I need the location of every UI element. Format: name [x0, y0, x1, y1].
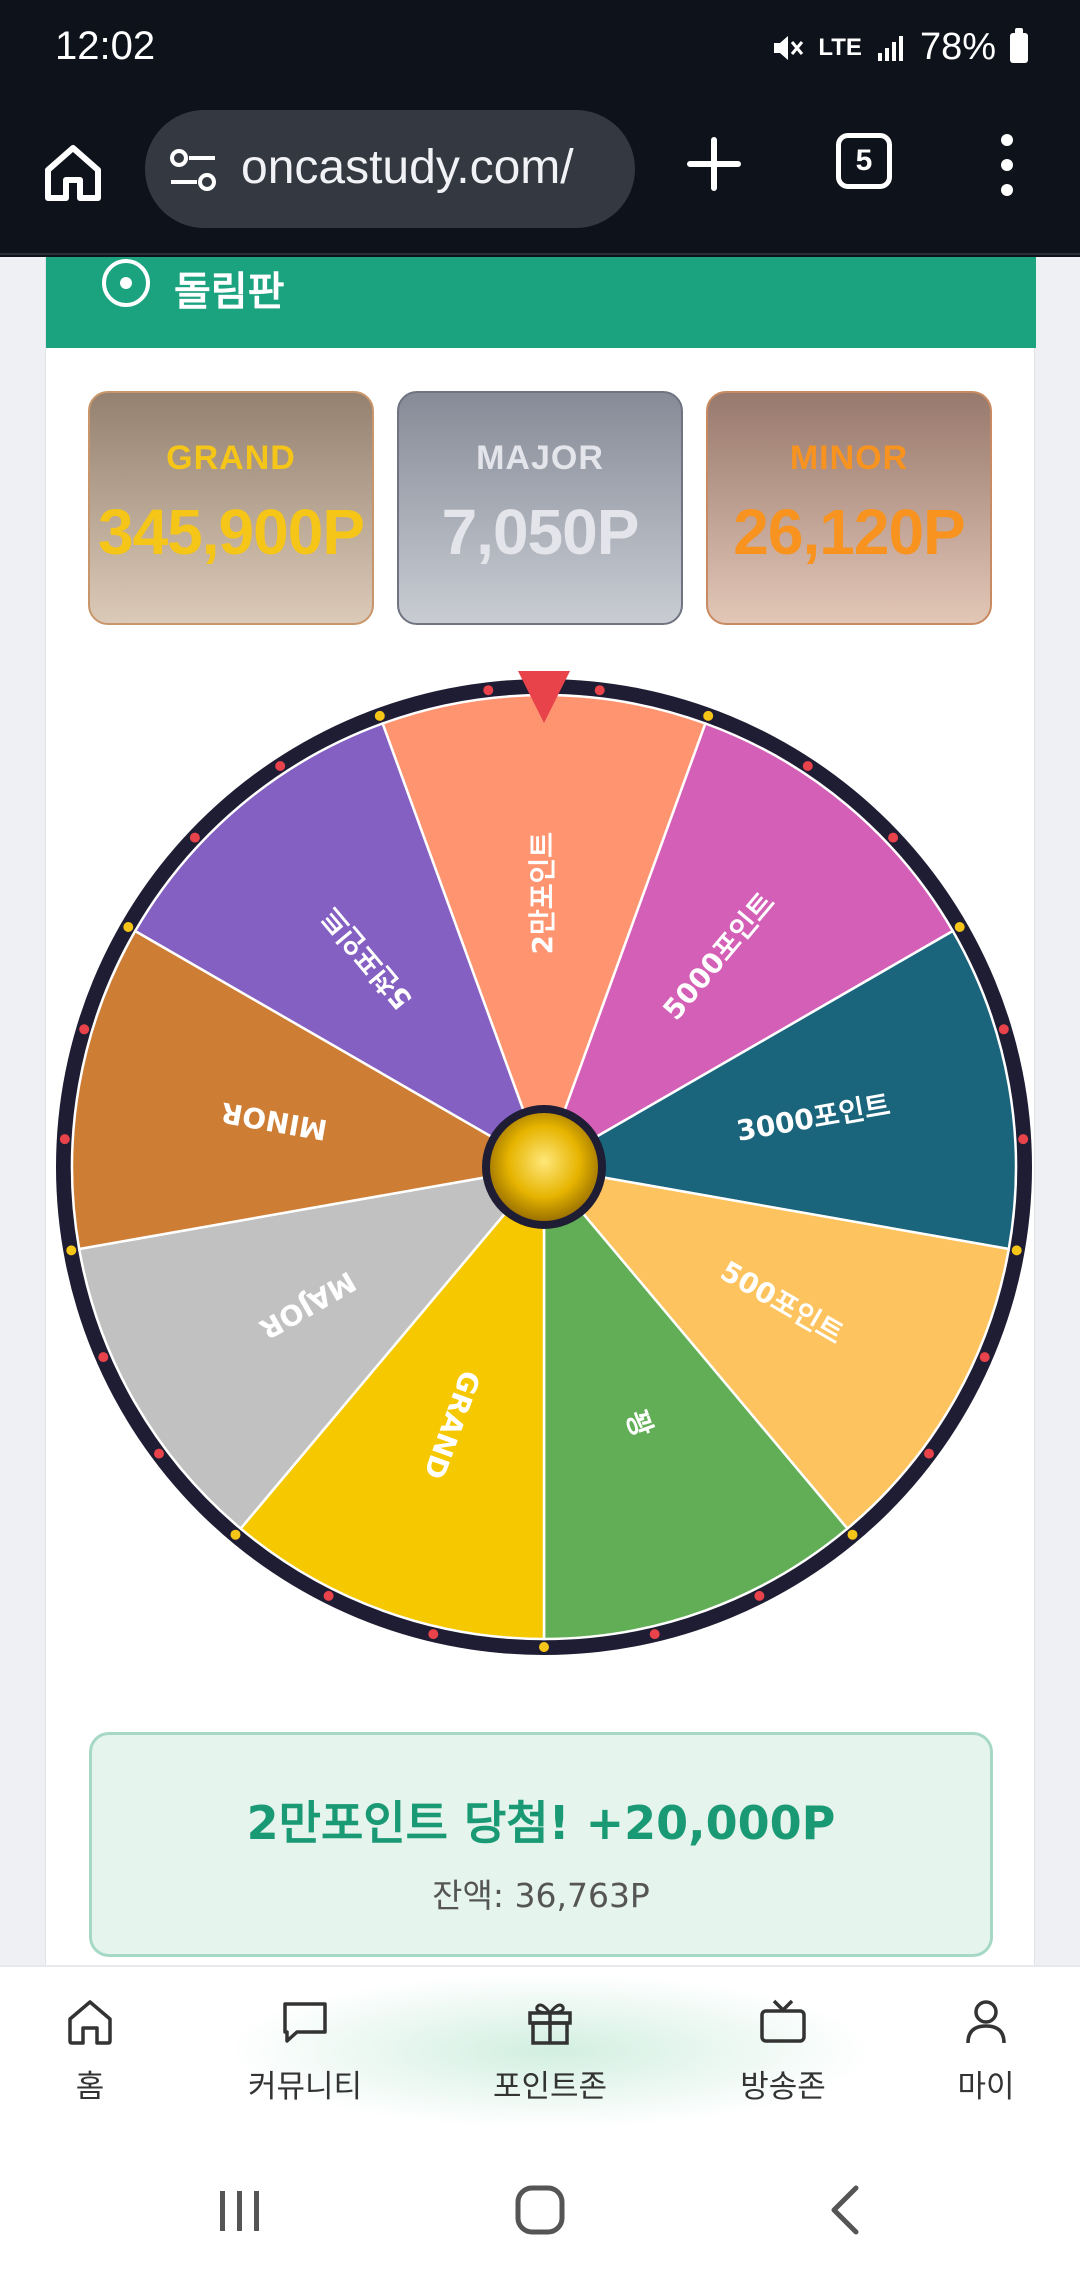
- rim-bulb: [98, 1352, 109, 1363]
- rim-bulb: [275, 761, 286, 771]
- rim-bulb: [374, 710, 385, 721]
- rim-bulb: [594, 685, 605, 696]
- signal-icon: [877, 35, 903, 61]
- user-icon: [966, 2000, 1006, 2044]
- system-nav-bar: [0, 2135, 1080, 2280]
- bottom-nav: 홈 커뮤니티 포인트존 방송존 마이: [0, 1965, 1080, 2135]
- nav-item-home[interactable]: 홈: [0, 1995, 180, 2106]
- rim-bulb: [979, 1352, 990, 1363]
- jackpot-grand-label: GRAND: [166, 439, 296, 477]
- wheel-hub[interactable]: [490, 1113, 598, 1221]
- wheel-segment-label: 2만포인트: [526, 832, 559, 955]
- rim-bulb: [954, 922, 965, 932]
- url-text[interactable]: oncastudy.com/: [241, 140, 574, 195]
- nav-label-broadcast: 방송존: [740, 2069, 826, 2105]
- result-panel: 2만포인트 당첨! +20,000P 잔액: 36,763P: [89, 1732, 993, 1957]
- rim-bulb: [66, 1245, 77, 1256]
- jackpot-minor: MINOR 26,120P: [706, 391, 992, 625]
- rim-bulb: [847, 1529, 858, 1540]
- more-menu-icon[interactable]: [995, 130, 1019, 200]
- rim-bulb: [802, 761, 813, 771]
- rim-bulb: [703, 710, 714, 721]
- roulette-wheel-svg[interactable]: 2만포인트 5000포인트3000포인트500포인트꽝GRANDMAJORMINO…: [44, 667, 1044, 1667]
- recent-apps-icon[interactable]: [210, 2185, 270, 2235]
- new-tab-icon[interactable]: [686, 136, 742, 192]
- rim-bulb: [123, 922, 134, 932]
- roulette-card: 돌림판 GRAND 345,900P MAJOR 7,050P MINOR 26…: [45, 257, 1036, 1965]
- nav-item-broadcast[interactable]: 방송존: [693, 1995, 873, 2106]
- rim-bulb: [924, 1448, 934, 1459]
- jackpot-grand-value: 345,900P: [97, 496, 365, 568]
- status-time: 12:02: [55, 24, 156, 68]
- status-icons: LTE 78%: [770, 26, 1028, 69]
- result-balance: 잔액: 36,763P: [432, 1876, 650, 1915]
- rim-bulb: [428, 1629, 439, 1640]
- rim-bulb: [649, 1629, 660, 1640]
- nav-item-community[interactable]: 커뮤니티: [215, 1995, 395, 2106]
- rim-bulb: [1011, 1245, 1022, 1256]
- roulette-wheel[interactable]: 2만포인트 5000포인트 3000포인트 500포인트 꽝 GRAND MAJOR MINO…: [44, 667, 1044, 1667]
- nav-label-home: 홈: [75, 2069, 105, 2105]
- site-settings-icon[interactable]: [169, 148, 217, 192]
- card-header: 돌림판: [46, 257, 1036, 348]
- browser-home-icon[interactable]: [40, 140, 106, 206]
- jackpot-minor-value: 26,120P: [733, 496, 965, 568]
- rim-bulb: [230, 1529, 241, 1540]
- jackpot-major-value: 7,050P: [441, 496, 640, 568]
- nav-item-pointzone[interactable]: 포인트존: [460, 1995, 640, 2106]
- rim-bulb: [998, 1024, 1009, 1035]
- battery-icon: [1010, 27, 1028, 63]
- mute-icon: [774, 35, 804, 60]
- home-button-icon[interactable]: [510, 2180, 570, 2240]
- jackpot-major: MAJOR 7,050P: [397, 391, 683, 625]
- page-content: 돌림판 GRAND 345,900P MAJOR 7,050P MINOR 26…: [0, 257, 1080, 1965]
- status-bar: 12:02 LTE 78%: [0, 0, 1080, 100]
- rim-bulb: [539, 1642, 549, 1652]
- nav-label-community: 커뮤니티: [247, 2069, 363, 2105]
- rim-bulb: [754, 1590, 765, 1601]
- chat-icon: [283, 2002, 327, 2043]
- card-title: 돌림판: [174, 269, 285, 315]
- address-bar[interactable]: oncastudy.com/: [145, 110, 635, 228]
- home-icon: [68, 2000, 112, 2045]
- jackpot-major-label: MAJOR: [476, 439, 604, 477]
- rim-bulb: [59, 1134, 70, 1145]
- nav-label-pointzone: 포인트존: [492, 2069, 608, 2105]
- tab-switcher-button[interactable]: 5: [836, 133, 892, 189]
- rim-bulb: [79, 1024, 90, 1035]
- jackpot-grand: GRAND 345,900P: [88, 391, 374, 625]
- rim-bulb: [189, 832, 200, 843]
- rim-bulb: [483, 685, 494, 696]
- rim-bulb: [888, 832, 899, 843]
- rim-bulb: [1018, 1134, 1029, 1145]
- browser-toolbar: oncastudy.com/ 5: [0, 100, 1080, 255]
- battery-percent: 78%: [919, 26, 996, 68]
- jackpot-minor-label: MINOR: [789, 439, 909, 477]
- target-icon: [102, 259, 150, 307]
- result-title: 2만포인트 당첨! +20,000P: [246, 1796, 836, 1850]
- nav-label-my: 마이: [957, 2069, 1015, 2105]
- gift-icon: [528, 2003, 572, 2045]
- network-type: LTE: [818, 33, 862, 61]
- nav-item-my[interactable]: 마이: [896, 1995, 1076, 2106]
- rim-bulb: [323, 1590, 334, 1601]
- back-icon[interactable]: [820, 2180, 870, 2240]
- rim-bulb: [154, 1448, 164, 1459]
- tv-icon: [760, 1999, 806, 2043]
